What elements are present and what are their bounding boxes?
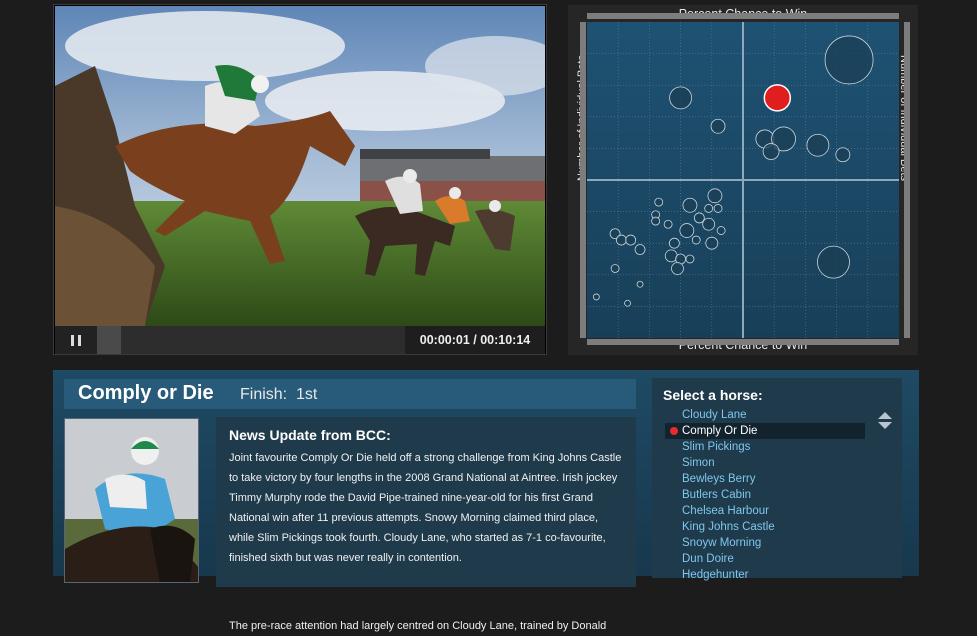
scroll-down-arrow-icon[interactable] [878, 422, 892, 429]
horse-title-bar: Comply or Die Finish: 1st [64, 379, 636, 409]
chart-bubble[interactable] [668, 237, 680, 249]
horse-list-item[interactable]: Hedgehunter [665, 567, 865, 583]
chart-bubble[interactable] [682, 197, 698, 213]
news-paragraph-1: Joint favourite Comply Or Die held off a… [229, 452, 622, 564]
horse-info-panel: Comply or Die Finish: 1st News Update fr… [53, 370, 919, 632]
chart-bubble[interactable] [615, 234, 627, 246]
chart-bubble[interactable] [610, 264, 620, 273]
chart-top-frame [587, 13, 899, 19]
chart-bubble[interactable] [817, 245, 850, 279]
horse-list-item[interactable]: Slim Pickings [665, 439, 865, 455]
chart-bubble[interactable] [806, 133, 830, 157]
chart-bubble[interactable] [669, 86, 692, 110]
chart-bubble[interactable] [824, 35, 874, 85]
chart-bubble[interactable] [671, 262, 684, 275]
chart-bubble[interactable] [685, 254, 695, 264]
video-controls: 00:00:01 / 00:10:14 [55, 326, 545, 354]
chart-bubble[interactable] [716, 226, 726, 235]
chart-bubble[interactable] [705, 236, 719, 250]
pause-icon [71, 335, 74, 346]
chart-bubble[interactable] [663, 219, 673, 229]
horse-list-item[interactable]: King Johns Castle [665, 519, 865, 535]
horse-list-item[interactable]: Comply Or Die [665, 423, 865, 439]
horse-list-item[interactable]: Chelsea Harbour [665, 503, 865, 519]
pause-button[interactable] [55, 326, 97, 354]
chart-bubble[interactable] [710, 118, 726, 134]
seek-bar[interactable] [97, 326, 405, 354]
jockey-photo [64, 418, 199, 583]
seek-progress [97, 326, 121, 354]
chart-bubble[interactable] [704, 204, 714, 213]
news-update: News Update from BCC: Joint favourite Co… [216, 417, 636, 632]
horse-list: Cloudy Lane Comply Or Die Slim Pickings Sim… [665, 407, 865, 583]
chart-left-frame [580, 22, 586, 338]
chart-bubble[interactable] [713, 204, 723, 213]
chart-bubble[interactable] [762, 143, 780, 160]
video-player[interactable]: 00:00:01 / 00:10:14 [53, 4, 547, 355]
chart-right-frame [904, 22, 910, 338]
video-frame[interactable] [55, 6, 545, 326]
chart-bubble[interactable] [707, 188, 723, 204]
news-paragraph-2: The pre-race attention had largely centr… [229, 620, 607, 632]
horse-selector-title: Select a horse: [663, 387, 763, 403]
chart-bubble[interactable] [835, 147, 851, 163]
horse-selector: Select a horse: Cloudy Lane Comply Or Die… [652, 378, 902, 581]
horse-list-scroller[interactable] [878, 412, 892, 434]
horse-list-item[interactable]: Simon [665, 455, 865, 471]
chart-bubble-selected[interactable] [763, 84, 792, 112]
chart-bubble[interactable] [592, 293, 600, 301]
selected-dot-icon [670, 427, 678, 435]
scroll-up-arrow-icon[interactable] [878, 412, 892, 419]
horse-list-item[interactable]: Dun Doire [665, 551, 865, 567]
finish-result: Finish: 1st [240, 386, 318, 403]
chart-plot[interactable] [568, 5, 918, 355]
chart-bubble[interactable] [679, 223, 695, 238]
chart-bubble[interactable] [636, 280, 644, 288]
horse-list-item[interactable]: Cloudy Lane [665, 407, 865, 423]
odds-bubble-chart: Percent Chance to Win Percent Chance to … [568, 5, 918, 355]
horse-list-item[interactable]: Snoyw Morning [665, 535, 865, 551]
chart-bottom-frame [587, 339, 899, 345]
horse-list-item[interactable]: Butlers Cabin [665, 487, 865, 503]
horse-list-item[interactable]: Bewleys Berry [665, 471, 865, 487]
chart-bubble[interactable] [702, 217, 716, 231]
chart-bubble[interactable] [654, 197, 664, 207]
news-title: News Update from BCC: [229, 427, 391, 443]
timecode: 00:00:01 / 00:10:14 [405, 326, 545, 354]
chart-bubble[interactable] [691, 235, 701, 245]
chart-bubble[interactable] [624, 299, 631, 307]
chart-bubble[interactable] [693, 212, 705, 224]
horse-name: Comply or Die [78, 382, 214, 404]
chart-bubble[interactable] [634, 244, 646, 255]
chart-bubble[interactable] [651, 216, 661, 226]
chart-bubble[interactable] [625, 234, 637, 246]
